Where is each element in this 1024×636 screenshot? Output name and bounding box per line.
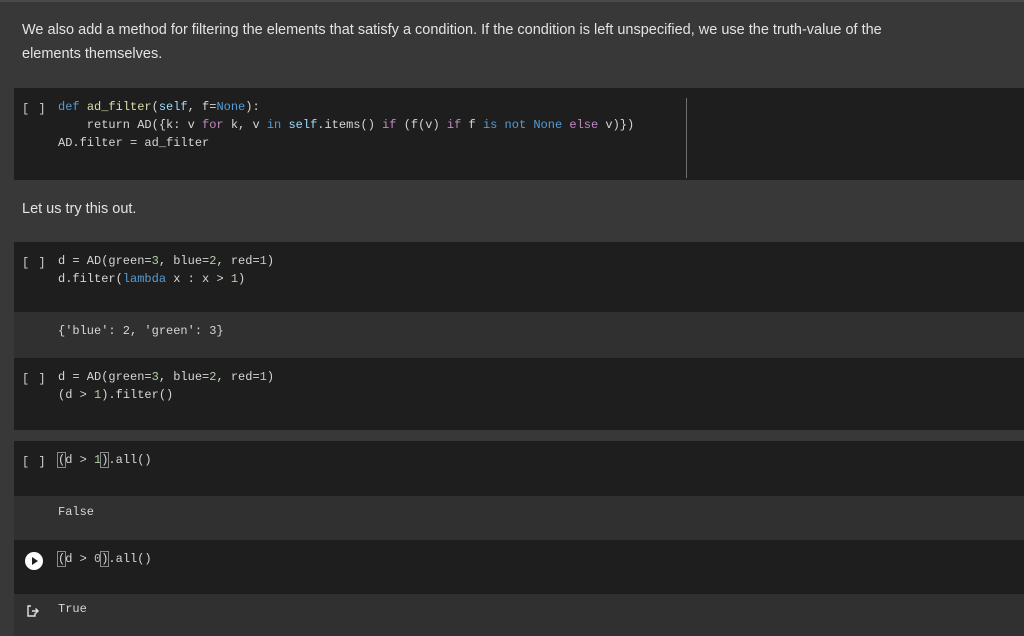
code-cell-3[interactable]: [ ] d = AD(green=3, blue=2, red=1) (d > … [14, 358, 1024, 430]
code-cell-2[interactable]: [ ] d = AD(green=3, blue=2, red=1) d.fil… [14, 242, 1024, 312]
code-editor[interactable]: d = AD(green=3, blue=2, red=1) (d > 1).f… [58, 368, 274, 404]
output-cell-2: {'blue': 2, 'green': 3} [14, 312, 1024, 358]
code-cell-1[interactable]: [ ] def ad_filter(self, f=None): return … [14, 88, 1024, 180]
cell-output: False [58, 505, 95, 519]
markdown-cell-2[interactable]: Let us try this out. [14, 197, 1024, 221]
code-editor[interactable]: def ad_filter(self, f=None): return AD({… [58, 98, 634, 152]
run-cell-button[interactable]: [ ] [22, 102, 47, 116]
markdown-text: We also add a method for filtering the e… [22, 22, 882, 62]
output-cell-5: True [14, 594, 1024, 636]
code-editor[interactable]: (d > 1).all() [56, 451, 152, 469]
top-border [0, 0, 1024, 2]
code-cell-4[interactable]: [ ] (d > 1).all() [14, 441, 1024, 496]
run-cell-button[interactable]: [ ] [22, 455, 47, 469]
cell-output: True [58, 602, 87, 616]
code-editor[interactable]: (d > 0).all() [56, 550, 152, 568]
markdown-text: Let us try this out. [22, 201, 137, 217]
play-icon[interactable] [25, 552, 43, 570]
output-arrow-icon[interactable] [26, 604, 40, 618]
run-cell-button[interactable]: [ ] [22, 256, 47, 270]
line-length-ruler [686, 98, 687, 178]
run-cell-button[interactable]: [ ] [22, 372, 47, 386]
markdown-cell-1[interactable]: We also add a method for filtering the e… [14, 18, 1024, 66]
cell-output: {'blue': 2, 'green': 3} [58, 324, 224, 338]
output-cell-4: False [14, 496, 1024, 540]
code-cell-5[interactable]: (d > 0).all() [14, 540, 1024, 594]
code-editor[interactable]: d = AD(green=3, blue=2, red=1) d.filter(… [58, 252, 274, 288]
